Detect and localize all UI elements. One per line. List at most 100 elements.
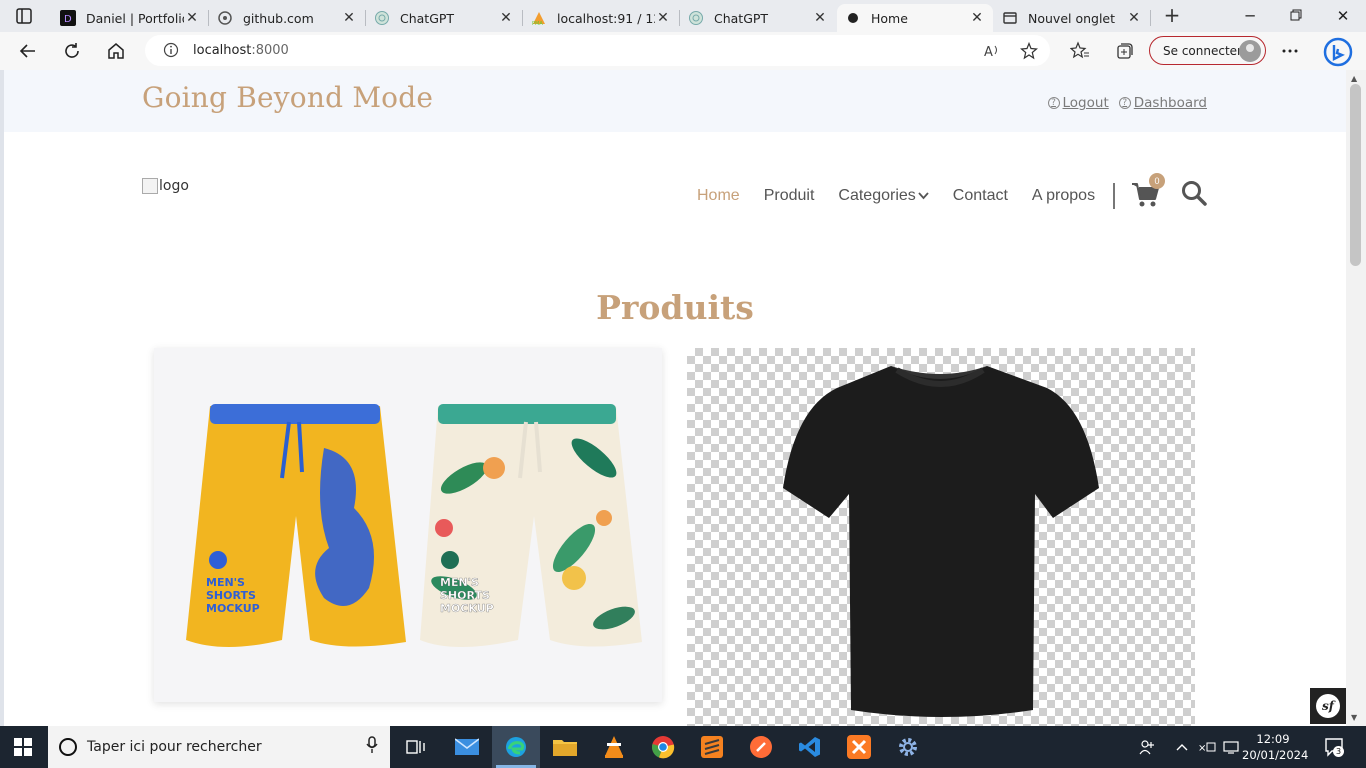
tab-actions-icon[interactable] [14, 6, 34, 26]
close-tab-icon[interactable]: ✕ [969, 10, 985, 26]
product-card-shorts[interactable]: MEN'S SHORTS MOCKUP MEN'S SHORTS MOCKUP [154, 348, 662, 702]
top-bar: Going Beyond Mode ? Logout ? Dashboard [4, 70, 1346, 132]
tab-home[interactable]: Home ✕ [837, 4, 993, 32]
nav-categories-label: Categories [838, 186, 916, 204]
svg-text:A: A [984, 45, 993, 60]
nav-categories[interactable]: Categories [838, 186, 929, 205]
scroll-up-icon[interactable]: ▲ [1351, 74, 1357, 83]
chatgpt-icon [374, 10, 390, 26]
svg-text:MEN'S: MEN'S [206, 576, 245, 589]
tab-github[interactable]: github.com ✕ [209, 4, 366, 32]
tab-phpmyadmin[interactable]: PMA localhost:91 / 127.0 ✕ [523, 4, 680, 32]
taskbar-search-input[interactable]: Taper ici pour rechercher [48, 726, 390, 768]
tab-title: ChatGPT [400, 10, 455, 26]
phpmyadmin-icon: PMA [531, 10, 547, 26]
wifi-status-icon[interactable]: ⨯ [1197, 726, 1217, 768]
nav-produit[interactable]: Produit [764, 187, 815, 205]
address-bar[interactable]: localhost:8000 A [145, 35, 1050, 66]
search-placeholder: Taper ici pour rechercher [87, 739, 262, 755]
site-info-icon[interactable] [163, 42, 179, 62]
newtab-icon [1002, 10, 1018, 26]
scrollbar-thumb[interactable] [1350, 84, 1361, 266]
windows-start-icon[interactable] [14, 738, 32, 760]
sign-in-button[interactable]: Se connecter [1149, 36, 1266, 65]
browser-toolbar: localhost:8000 A Se connecter [0, 32, 1366, 70]
cart-count-badge: 0 [1149, 172, 1166, 189]
close-tab-icon[interactable]: ✕ [498, 10, 514, 26]
nav-home[interactable]: Home [697, 187, 740, 205]
tab-portfolio[interactable]: D Daniel | Portfolio ✕ [52, 4, 209, 32]
section-title: Produits [596, 288, 754, 327]
microphone-icon[interactable] [366, 736, 378, 758]
product-card-tshirt[interactable] [687, 348, 1195, 726]
tab-new[interactable]: Nouvel onglet ✕ [994, 4, 1151, 32]
nav-apropos[interactable]: A propos [1032, 187, 1095, 205]
dashboard-link[interactable]: ? Dashboard [1118, 95, 1207, 111]
mail-app-icon[interactable] [443, 726, 491, 768]
minimize-icon[interactable]: ─ [1240, 7, 1260, 25]
logout-link[interactable]: ? Logout [1047, 95, 1109, 111]
file-explorer-icon[interactable] [541, 726, 589, 768]
nav-contact[interactable]: Contact [953, 187, 1008, 205]
windows-taskbar: Taper ici pour rechercher ⨯ 12:09 20/01/… [0, 726, 1366, 768]
settings-gear-icon[interactable] [884, 726, 932, 768]
tshirt-product-image [783, 366, 1099, 717]
home-icon[interactable] [105, 40, 127, 62]
edge-browser-icon[interactable] [492, 726, 540, 768]
chevron-up-icon[interactable] [1174, 726, 1190, 768]
search-icon[interactable] [1181, 180, 1207, 211]
close-window-icon[interactable]: ✕ [1333, 7, 1353, 25]
site-logo[interactable]: logo [142, 178, 189, 194]
cart-button[interactable]: 0 [1131, 172, 1166, 211]
taskbar-clock[interactable]: 12:09 20/01/2024 [1242, 731, 1309, 763]
svg-text:SHORTS: SHORTS [206, 589, 256, 602]
close-tab-icon[interactable]: ✕ [812, 10, 828, 26]
clock-time: 12:09 [1256, 732, 1290, 746]
portfolio-d-icon: D [60, 10, 76, 26]
task-view-icon[interactable] [392, 726, 440, 768]
tab-title: Home [871, 10, 908, 26]
page-viewport: Going Beyond Mode ? Logout ? Dashboard log… [4, 70, 1346, 726]
close-tab-icon[interactable]: ✕ [341, 10, 357, 26]
add-favorite-icon[interactable] [1020, 41, 1038, 64]
sublime-text-icon[interactable] [688, 726, 736, 768]
clock-date: 20/01/2024 [1242, 748, 1309, 762]
notification-count-badge: 3 [1333, 746, 1344, 757]
tab-title: github.com [243, 10, 314, 26]
close-tab-icon[interactable]: ✕ [655, 10, 671, 26]
more-menu-icon[interactable] [1279, 40, 1301, 62]
restore-icon[interactable] [1286, 7, 1306, 25]
svg-text:D: D [64, 14, 72, 25]
favorites-icon[interactable] [1069, 40, 1091, 62]
vscode-icon[interactable] [786, 726, 834, 768]
tab-title: ChatGPT [714, 10, 769, 26]
scroll-down-icon[interactable]: ▼ [1351, 713, 1357, 722]
close-tab-icon[interactable]: ✕ [184, 10, 200, 26]
svg-text:SHORTS: SHORTS [440, 589, 490, 602]
xampp-icon[interactable] [835, 726, 883, 768]
chevron-down-icon [918, 187, 929, 205]
chrome-icon[interactable] [639, 726, 687, 768]
people-icon[interactable] [1137, 726, 1157, 768]
symfony-debug-toolbar-toggle[interactable]: sf [1310, 688, 1346, 724]
bing-copilot-icon[interactable] [1322, 36, 1354, 68]
collections-icon[interactable] [1113, 40, 1135, 62]
back-icon[interactable] [17, 40, 39, 62]
close-tab-icon[interactable]: ✕ [1126, 10, 1142, 26]
read-aloud-icon[interactable]: A [983, 42, 1001, 64]
brand-title[interactable]: Going Beyond Mode [142, 81, 433, 114]
refresh-icon[interactable] [61, 40, 83, 62]
tab-chatgpt-2[interactable]: ChatGPT ✕ [680, 4, 836, 32]
broken-image-icon [142, 178, 158, 194]
postman-icon[interactable] [737, 726, 785, 768]
svg-text:MEN'S: MEN'S [440, 576, 479, 589]
tab-chatgpt-1[interactable]: ChatGPT ✕ [366, 4, 523, 32]
new-tab-button[interactable]: + [1162, 5, 1182, 25]
sign-in-label: Se connecter [1163, 43, 1242, 58]
notifications-icon[interactable]: 3 [1324, 737, 1344, 761]
network-icon[interactable] [1222, 726, 1240, 768]
page-scrollbar[interactable]: ▲ ▼ [1346, 70, 1366, 726]
nav-divider [1113, 182, 1116, 209]
account-links: ? Logout ? Dashboard [1047, 95, 1207, 111]
vlc-icon[interactable] [590, 726, 638, 768]
